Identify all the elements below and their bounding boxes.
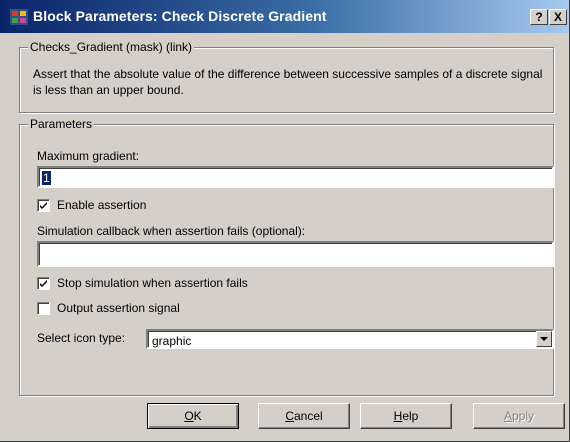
cancel-button[interactable]: Cancel: [258, 403, 350, 429]
simulink-block-icon: [10, 9, 28, 25]
max-gradient-label: Maximum gradient:: [37, 149, 140, 163]
apply-mnemonic: A: [503, 409, 512, 423]
max-gradient-value: 1: [42, 171, 51, 185]
stop-simulation-checkbox[interactable]: [37, 277, 50, 290]
checkmark-icon: [40, 280, 47, 287]
stop-simulation-label[interactable]: Stop simulation when assertion fails: [57, 276, 248, 290]
dropdown-arrow-icon[interactable]: [536, 331, 552, 347]
cancel-label-rest: ancel: [293, 409, 323, 423]
ok-label-rest: K: [193, 409, 202, 423]
block-info-legend: Checks_Gradient (mask) (link): [28, 40, 195, 54]
callback-input[interactable]: [37, 241, 554, 267]
ok-button[interactable]: OK: [147, 403, 239, 429]
block-description: Assert that the absolute value of the di…: [33, 67, 543, 97]
apply-label-rest: pply: [512, 409, 535, 423]
icon-type-label: Select icon type:: [37, 331, 126, 345]
enable-assertion-label[interactable]: Enable assertion: [57, 198, 146, 212]
title-bar[interactable]: Block Parameters: Check Discrete Gradien…: [0, 0, 569, 33]
close-icon[interactable]: X: [549, 9, 567, 25]
parameters-legend: Parameters: [28, 117, 95, 131]
icon-type-select[interactable]: graphic: [146, 329, 554, 349]
help-icon[interactable]: ?: [530, 9, 548, 25]
help-label-rest: elp: [402, 409, 419, 423]
output-signal-checkbox[interactable]: [37, 302, 50, 315]
window-title: Block Parameters: Check Discrete Gradien…: [33, 8, 327, 24]
cancel-mnemonic: C: [285, 409, 294, 423]
ok-mnemonic: O: [184, 409, 194, 423]
apply-button[interactable]: Apply: [473, 403, 565, 429]
icon-type-value: graphic: [152, 334, 192, 348]
enable-assertion-checkbox[interactable]: [37, 199, 50, 212]
block-parameters-dialog: Block Parameters: Check Discrete Gradien…: [0, 0, 570, 442]
checkmark-icon: [40, 202, 47, 209]
output-signal-label[interactable]: Output assertion signal: [57, 301, 180, 315]
callback-label: Simulation callback when assertion fails…: [37, 224, 306, 238]
max-gradient-input[interactable]: 1: [37, 166, 554, 188]
help-button[interactable]: Help: [360, 403, 452, 429]
